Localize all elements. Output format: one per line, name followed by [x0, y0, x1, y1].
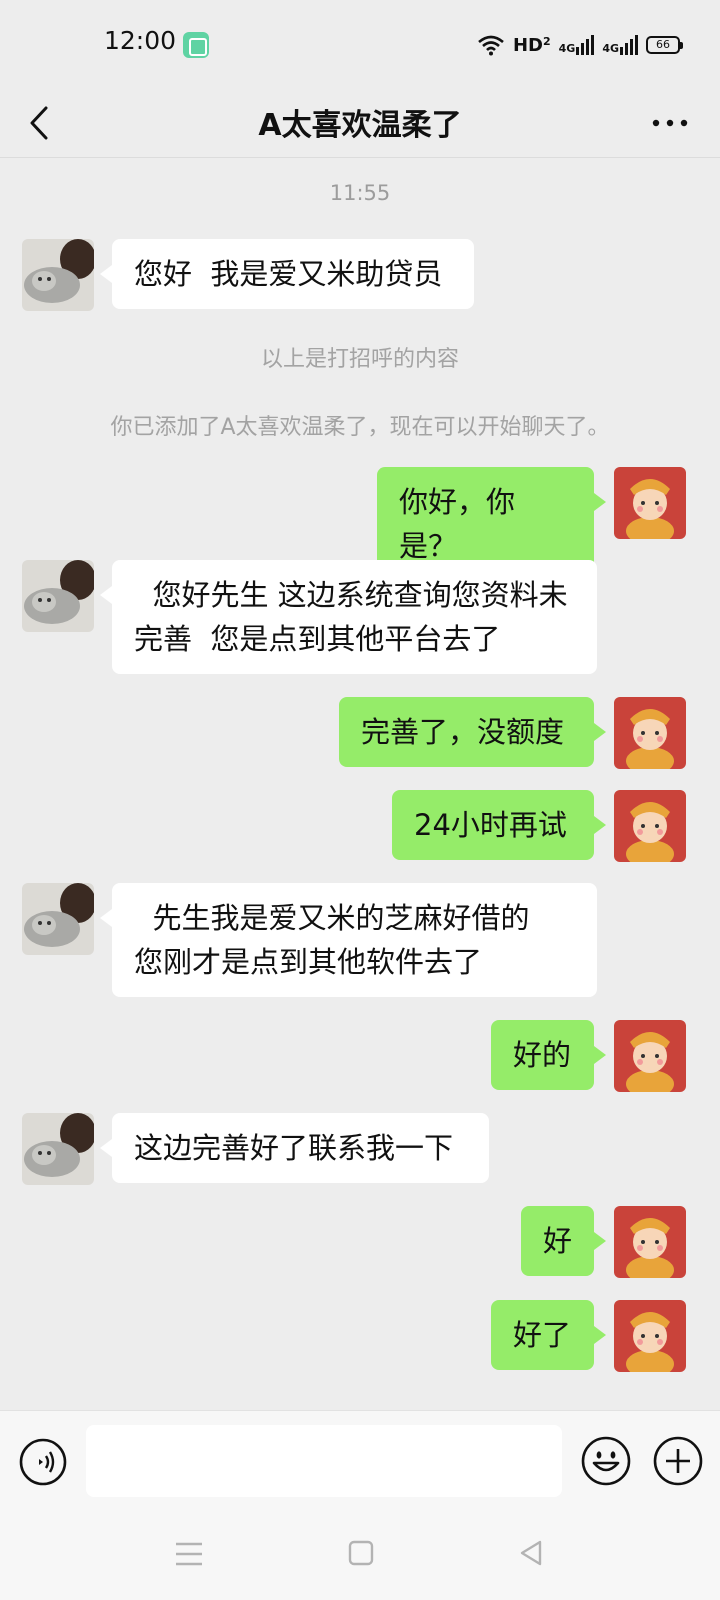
status-bar: 12:00 HD2 4G 4G 66 — [0, 0, 720, 88]
voice-icon[interactable] — [18, 1437, 68, 1487]
my-avatar[interactable] — [614, 697, 686, 769]
contact-avatar[interactable] — [22, 560, 94, 632]
system-nav-bar — [0, 1510, 720, 1600]
plus-icon[interactable] — [652, 1435, 704, 1487]
message-bubble-left[interactable]: 您好 我是爱又米助贷员 — [100, 239, 474, 309]
battery-icon: 66 — [646, 36, 683, 54]
more-dots-icon[interactable] — [650, 106, 690, 140]
chat-area[interactable]: 11:55 您好 我是爱又米助贷员 以上是打招呼的内容 你已添加了A太喜欢温柔了… — [0, 159, 720, 1410]
message-bubble-right[interactable]: 好 — [521, 1206, 606, 1276]
input-bar — [0, 1410, 720, 1510]
message-bubble-right[interactable]: 完善了，没额度 — [339, 697, 606, 767]
menu-icon[interactable] — [174, 1540, 204, 1568]
message-bubble-left[interactable]: 您好先生 这边系统查询您资料未完善 您是点到其他平台去了 — [100, 560, 597, 674]
contact-avatar[interactable] — [22, 239, 94, 311]
signal-2-icon: 4G — [602, 35, 638, 55]
emoji-icon[interactable] — [580, 1435, 632, 1487]
app-notification-icon — [183, 32, 209, 58]
system-message: 以上是打招呼的内容 — [260, 347, 459, 372]
my-avatar[interactable] — [614, 1300, 686, 1372]
wifi-icon — [478, 35, 504, 56]
home-icon[interactable] — [346, 1538, 376, 1568]
back-triangle-icon[interactable] — [516, 1538, 546, 1568]
page-title: A太喜欢温柔了 — [258, 108, 462, 143]
timestamp: 11:55 — [329, 181, 391, 205]
my-avatar[interactable] — [614, 1020, 686, 1092]
system-message: 你已添加了A太喜欢温柔了，现在可以开始聊天了。 — [110, 415, 610, 440]
status-time: 12:00 — [104, 26, 177, 55]
chat-header: A太喜欢温柔了 — [0, 88, 720, 158]
status-indicators: HD2 4G 4G 66 — [477, 30, 683, 60]
my-avatar[interactable] — [614, 790, 686, 862]
message-input[interactable] — [86, 1425, 562, 1497]
my-avatar[interactable] — [614, 467, 686, 539]
message-bubble-right[interactable]: 好了 — [491, 1300, 606, 1370]
contact-avatar[interactable] — [22, 1113, 94, 1185]
my-avatar[interactable] — [614, 1206, 686, 1278]
message-bubble-left[interactable]: 这边完善好了联系我一下 — [100, 1113, 489, 1183]
message-bubble-right[interactable]: 好的 — [491, 1020, 606, 1090]
contact-avatar[interactable] — [22, 883, 94, 955]
message-bubble-left[interactable]: 先生我是爱又米的芝麻好借的 您刚才是点到其他软件去了 — [100, 883, 597, 997]
message-bubble-right[interactable]: 24小时再试 — [392, 790, 606, 860]
hd-indicator: HD2 — [512, 34, 551, 56]
signal-1-icon: 4G — [559, 35, 595, 55]
